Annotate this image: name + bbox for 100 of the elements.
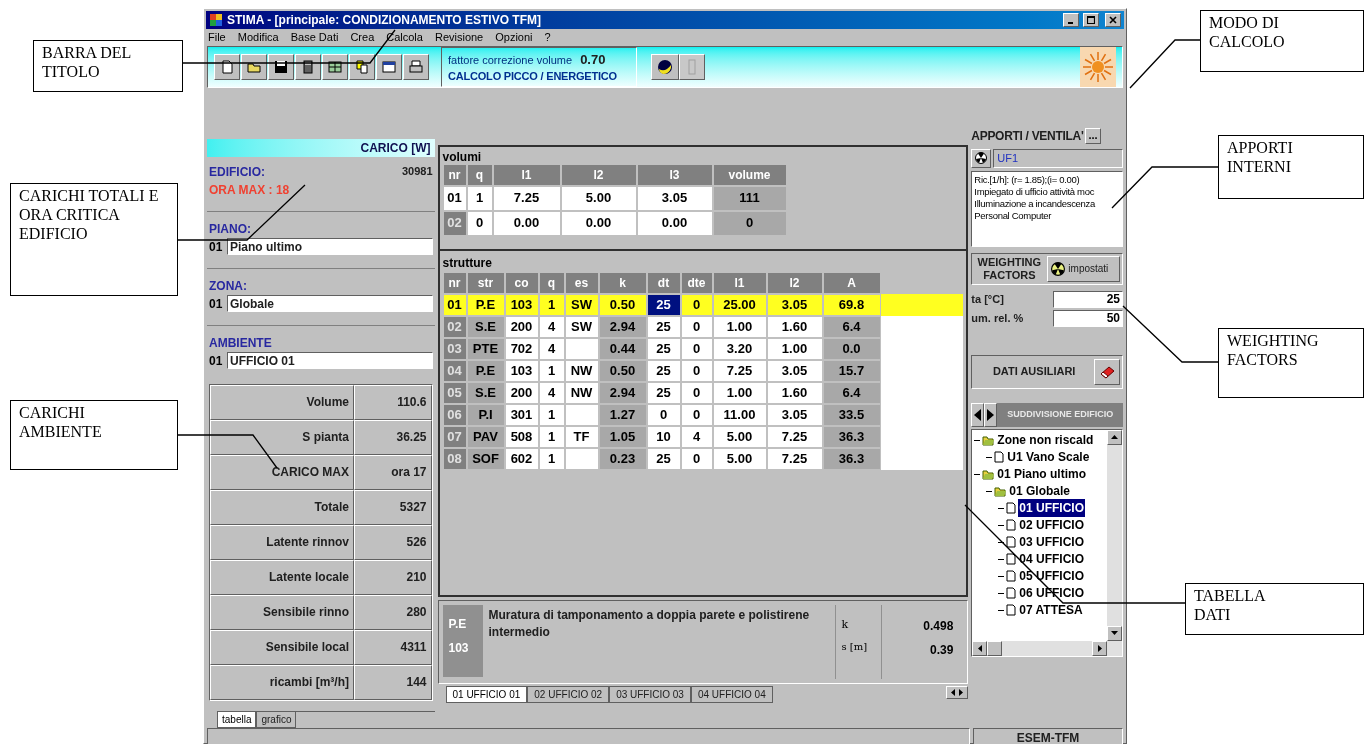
table-row[interactable]: 03 PTE 702 4 0.44 25 0 3.20 1.00 0.0	[442, 337, 964, 360]
minimize-button[interactable]	[1063, 13, 1079, 27]
tree-item[interactable]: 01 Globale	[1008, 482, 1072, 500]
menu-item[interactable]: Modifica	[237, 29, 279, 46]
printer-icon	[408, 58, 424, 75]
table-cell: 02	[442, 315, 467, 338]
menu-item[interactable]: File	[208, 29, 226, 46]
column-header: l2	[766, 271, 823, 294]
documents-tool-button[interactable]	[349, 53, 375, 80]
prev-button[interactable]	[971, 402, 985, 427]
factor-label: fattore correzione volume	[448, 52, 573, 68]
structure-description: Muratura di tamponamento a doppia parete e polistirene intermedio	[488, 606, 811, 641]
table-cell: 02	[442, 210, 467, 236]
maximize-icon	[1087, 16, 1095, 24]
table-cell: 110.6	[354, 384, 432, 420]
tree-item[interactable]: 02 UFFICIO	[1018, 516, 1085, 534]
grid-tool-button[interactable]	[322, 53, 348, 80]
window-tool-button[interactable]	[376, 53, 402, 80]
table-cell: 4311	[354, 629, 432, 665]
tree-item[interactable]: 03 UFFICIO	[1018, 533, 1085, 551]
tree-item[interactable]: 05 UFFICIO	[1018, 567, 1085, 585]
apporti-title: APPORTI / VENTILA'	[971, 127, 1084, 145]
selector-code: 01	[209, 295, 224, 313]
table-cell: 03	[442, 337, 467, 360]
menu-item[interactable]: Revisione	[434, 29, 484, 46]
column-header: l1	[712, 271, 767, 294]
document-icon	[994, 451, 1005, 463]
horizontal-scrollbar[interactable]	[972, 640, 1122, 656]
k-value: 0.498	[923, 617, 954, 635]
aux-data-label: DATI AUSILIARI	[991, 364, 1077, 380]
room-tab[interactable]: 02 UFFICIO 02	[527, 686, 610, 703]
building-label: EDIFICIO:	[209, 163, 265, 181]
table-cell: 526	[354, 524, 432, 560]
room-tab[interactable]: 03 UFFICIO 03	[609, 686, 691, 703]
selector-field[interactable]: Piano ultimo	[227, 238, 433, 255]
tree-item[interactable]: U1 Vano Scale	[1006, 448, 1091, 466]
column-header: dte	[680, 271, 713, 294]
floppy-tool-button[interactable]	[268, 53, 294, 80]
tree-header: SUDDIVISIONE EDIFICIO	[997, 402, 1123, 427]
scrollbar-thumb[interactable]	[987, 640, 1003, 656]
column-header: co	[504, 271, 539, 294]
select-button[interactable]	[971, 148, 992, 168]
column-header: nr	[442, 163, 467, 186]
document-icon	[1006, 536, 1017, 548]
menu-item[interactable]: Crea	[350, 29, 375, 46]
selector-label: PIANO:	[209, 220, 252, 238]
up-arrow-icon	[1111, 435, 1118, 439]
room-tab[interactable]: 01 UFFICIO 01	[445, 686, 528, 703]
folder-icon	[982, 468, 995, 480]
printer-tool-button[interactable]	[403, 53, 429, 80]
thickness-value: 0.39	[929, 641, 954, 659]
table-row[interactable]: 08 SOF 602 1 0.23 25 0 5.00 7.25 36.3	[442, 447, 964, 470]
tab[interactable]: grafico	[256, 711, 297, 728]
night-mode-button[interactable]	[651, 53, 679, 80]
sun-icon	[1082, 50, 1114, 83]
vertical-scrollbar[interactable]	[1107, 429, 1122, 641]
table-cell: Sensibile local	[210, 629, 354, 665]
room-tab[interactable]: 04 UFFICIO 04	[690, 686, 773, 703]
table-row[interactable]: 01 P.E 103 1 SW 0.50 25 0 25.00 3.05 69.8	[442, 293, 964, 316]
apporti-line: Personal Computer	[974, 209, 1053, 222]
table-cell: 280	[354, 594, 432, 630]
close-icon	[1109, 16, 1117, 24]
menu-item[interactable]: ?	[544, 29, 551, 46]
radiation-icon	[1051, 261, 1066, 276]
tree-item[interactable]: Zone non riscald	[996, 431, 1095, 449]
table-row[interactable]: 04 P.E 103 1 NW 0.50 25 0 7.25 3.05 15.7	[442, 359, 964, 382]
window-icon	[381, 58, 397, 75]
table-cell: 06	[442, 403, 467, 426]
page-tool-button[interactable]	[214, 53, 240, 80]
condition-field[interactable]: 50	[1053, 309, 1123, 327]
weighting-button[interactable]: impostati	[1047, 255, 1120, 282]
calculator-tool-button[interactable]	[295, 53, 321, 80]
tree-item[interactable]: 01 UFFICIO	[1018, 499, 1085, 517]
tree-item[interactable]: 01 Piano ultimo	[996, 465, 1087, 483]
aux-data-button[interactable]	[1094, 358, 1120, 385]
selector-field[interactable]: UFFICIO 01	[227, 352, 433, 369]
table-cell: 07	[442, 425, 467, 448]
table-row[interactable]: 05 S.E 200 4 NW 2.94 25 0 1.00 1.60 6.4	[442, 381, 964, 404]
more-button[interactable]: ...	[1085, 127, 1101, 144]
column-header: es	[564, 271, 599, 294]
condition-label: um. rel. %	[971, 310, 1025, 326]
tree-item[interactable]: 07 ATTESA	[1018, 601, 1084, 619]
table-row[interactable]: 06 P.I 301 1 1.27 0 0 11.00 3.05 33.5	[442, 403, 964, 426]
callout-text: MODO DI CALCOLO	[1209, 13, 1286, 51]
folder-tool-button[interactable]	[241, 53, 267, 80]
maximize-button[interactable]	[1083, 13, 1099, 27]
condition-field[interactable]: 25	[1053, 290, 1123, 308]
menu-item[interactable]: Opzioni	[495, 29, 533, 46]
apporti-code-field[interactable]: UF1	[993, 148, 1123, 168]
table-cell: 36.25	[354, 419, 432, 455]
table-row[interactable]: 02 S.E 200 4 SW 2.94 25 0 1.00 1.60 6.4	[442, 315, 964, 338]
selector-field[interactable]: Globale	[227, 295, 433, 312]
close-button[interactable]	[1105, 13, 1121, 27]
next-button[interactable]	[984, 402, 998, 427]
tab[interactable]: tabella	[217, 711, 257, 728]
tab-scroll-button[interactable]	[946, 685, 969, 699]
calculation-mode-button[interactable]	[1080, 46, 1116, 87]
table-row[interactable]: 07 PAV 508 1 TF 1.05 10 4 5.00 7.25 36.3	[442, 425, 964, 448]
menu-item[interactable]: Base Dati	[290, 29, 339, 46]
structure-type: P.E	[448, 615, 468, 633]
